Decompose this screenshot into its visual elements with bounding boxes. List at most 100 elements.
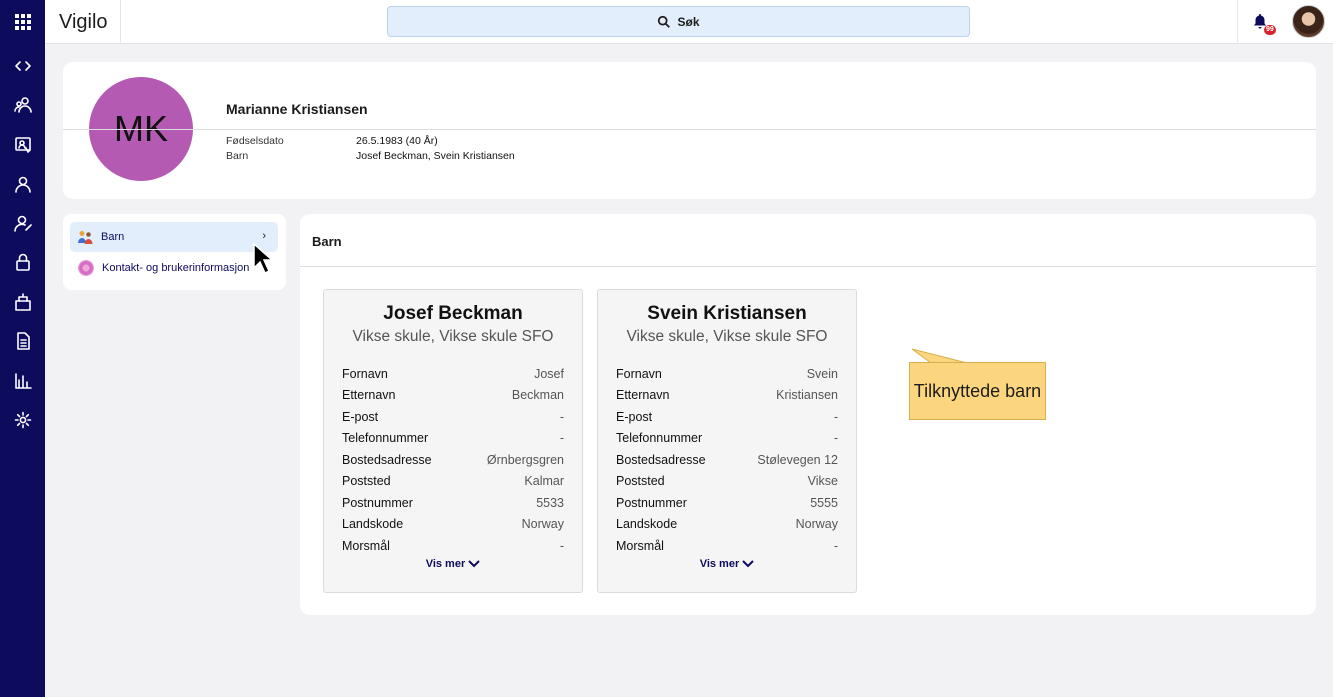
- show-more-label: Vis mer: [425, 558, 466, 570]
- show-more-button[interactable]: Vis mer: [324, 558, 582, 570]
- field-row: Postnummer 5555: [616, 496, 838, 514]
- profile-card: MK Marianne Kristiansen Fødselsdato 26.5…: [63, 62, 1316, 199]
- field-value: Stølevegen 12: [757, 453, 838, 467]
- child-name: Josef Beckman: [383, 303, 523, 324]
- mouse-cursor-icon: [252, 242, 274, 281]
- field-row: Poststed Kalmar: [342, 474, 564, 492]
- field-value: Kalmar: [524, 474, 564, 488]
- code-icon[interactable]: [12, 55, 33, 76]
- field-row: Etternavn Kristiansen: [616, 388, 838, 406]
- field-value: Norway: [795, 517, 838, 531]
- field-label: Morsmål: [616, 539, 664, 553]
- field-label: Postnummer: [342, 496, 413, 510]
- field-row: Morsmål -: [616, 539, 838, 557]
- menu-item-barn[interactable]: Barn ›: [70, 222, 278, 252]
- child-card: Josef Beckman Vikse skule, Vikse skule S…: [323, 289, 583, 593]
- field-label: Bostedsadresse: [342, 453, 432, 467]
- field-label: E-post: [616, 410, 653, 424]
- lock-icon[interactable]: [12, 251, 33, 272]
- profile-name: Marianne Kristiansen: [226, 101, 368, 117]
- search-label: Søk: [677, 14, 700, 29]
- field-row: Telefonnummer -: [616, 431, 838, 449]
- people-icon[interactable]: [12, 94, 33, 115]
- chevron-down-icon: [468, 558, 481, 570]
- field-label: Etternavn: [616, 388, 670, 402]
- field-value: 5533: [536, 496, 564, 510]
- children-value: Josef Beckman, Svein Kristiansen: [356, 150, 515, 162]
- chevron-right-icon: ›: [262, 230, 266, 242]
- field-value: Norway: [521, 517, 564, 531]
- user-avatar[interactable]: [1292, 5, 1325, 38]
- field-value: Svein: [806, 367, 838, 381]
- field-row: E-post -: [616, 410, 838, 428]
- panel-title: Barn: [312, 234, 342, 249]
- document-icon[interactable]: [12, 330, 33, 351]
- menu-item-label: Kontakt- og brukerinformasjon: [102, 262, 250, 274]
- chart-icon[interactable]: [12, 370, 33, 391]
- child-school: Vikse skule, Vikse skule SFO: [626, 328, 828, 345]
- field-row: Fornavn Josef: [342, 367, 564, 385]
- field-label: Telefonnummer: [616, 431, 703, 445]
- field-value: Beckman: [511, 388, 564, 402]
- field-value: -: [559, 431, 564, 445]
- field-value: -: [833, 539, 838, 553]
- field-label: Postnummer: [616, 496, 687, 510]
- field-label: Fornavn: [342, 367, 388, 381]
- field-value: Vikse: [807, 474, 838, 488]
- child-card: Svein Kristiansen Vikse skule, Vikse sku…: [597, 289, 857, 593]
- field-value: Kristiansen: [776, 388, 838, 402]
- gear-icon[interactable]: [12, 409, 33, 430]
- field-row: Landskode Norway: [342, 517, 564, 535]
- field-label: Morsmål: [342, 539, 390, 553]
- field-row: Bostedsadresse Ørnbergsgren: [342, 453, 564, 471]
- person-icon[interactable]: [12, 173, 33, 194]
- field-row: Postnummer 5533: [342, 496, 564, 514]
- field-row: Landskode Norway: [616, 517, 838, 535]
- field-row: Fornavn Svein: [616, 367, 838, 385]
- field-row: Etternavn Beckman: [342, 388, 564, 406]
- field-value: -: [559, 539, 564, 553]
- notification-count-badge: 99: [1264, 25, 1276, 35]
- birthdate-label: Fødselsdato: [226, 135, 284, 147]
- attendance-icon[interactable]: [12, 134, 33, 155]
- show-more-label: Vis mer: [699, 558, 740, 570]
- field-label: Etternavn: [342, 388, 396, 402]
- top-bar: Vigilo Søk 99: [45, 0, 1333, 44]
- notifications-button[interactable]: 99: [1237, 0, 1283, 44]
- divider: [300, 266, 1316, 267]
- field-row: E-post -: [342, 410, 564, 428]
- field-row: Poststed Vikse: [616, 474, 838, 492]
- children-icon: [78, 230, 93, 244]
- search-icon: [658, 15, 671, 28]
- field-row: Morsmål -: [342, 539, 564, 557]
- person-edit-icon[interactable]: [12, 212, 33, 233]
- children-label: Barn: [226, 150, 249, 162]
- field-value: Josef: [534, 367, 564, 381]
- menu-item-label: Barn: [101, 231, 125, 243]
- birthdate-value: 26.5.1983 (40 År): [356, 135, 438, 147]
- app-logo[interactable]: Vigilo: [45, 0, 121, 44]
- child-school: Vikse skule, Vikse skule SFO: [352, 328, 554, 345]
- kindergarten-icon[interactable]: [12, 291, 33, 312]
- search-bar[interactable]: Søk: [387, 6, 970, 37]
- chevron-down-icon: [742, 558, 755, 570]
- field-label: Poststed: [342, 474, 391, 488]
- apps-grid-icon[interactable]: [12, 11, 33, 32]
- field-label: E-post: [342, 410, 379, 424]
- field-label: Landskode: [342, 517, 404, 531]
- field-value: -: [833, 410, 838, 424]
- menu-item-contact-info[interactable]: Kontakt- og brukerinformasjon: [70, 253, 278, 283]
- field-label: Poststed: [616, 474, 665, 488]
- field-label: Telefonnummer: [342, 431, 429, 445]
- show-more-button[interactable]: Vis mer: [598, 558, 856, 570]
- field-value: -: [559, 410, 564, 424]
- field-value: 5555: [810, 496, 838, 510]
- field-row: Bostedsadresse Stølevegen 12: [616, 453, 838, 471]
- field-label: Fornavn: [616, 367, 662, 381]
- divider: [63, 129, 1316, 130]
- field-row: Telefonnummer -: [342, 431, 564, 449]
- contact-info-icon: [78, 260, 94, 276]
- left-nav-rail: [0, 0, 45, 697]
- field-value: -: [833, 431, 838, 445]
- callout-note: Tilknyttede barn: [909, 362, 1046, 420]
